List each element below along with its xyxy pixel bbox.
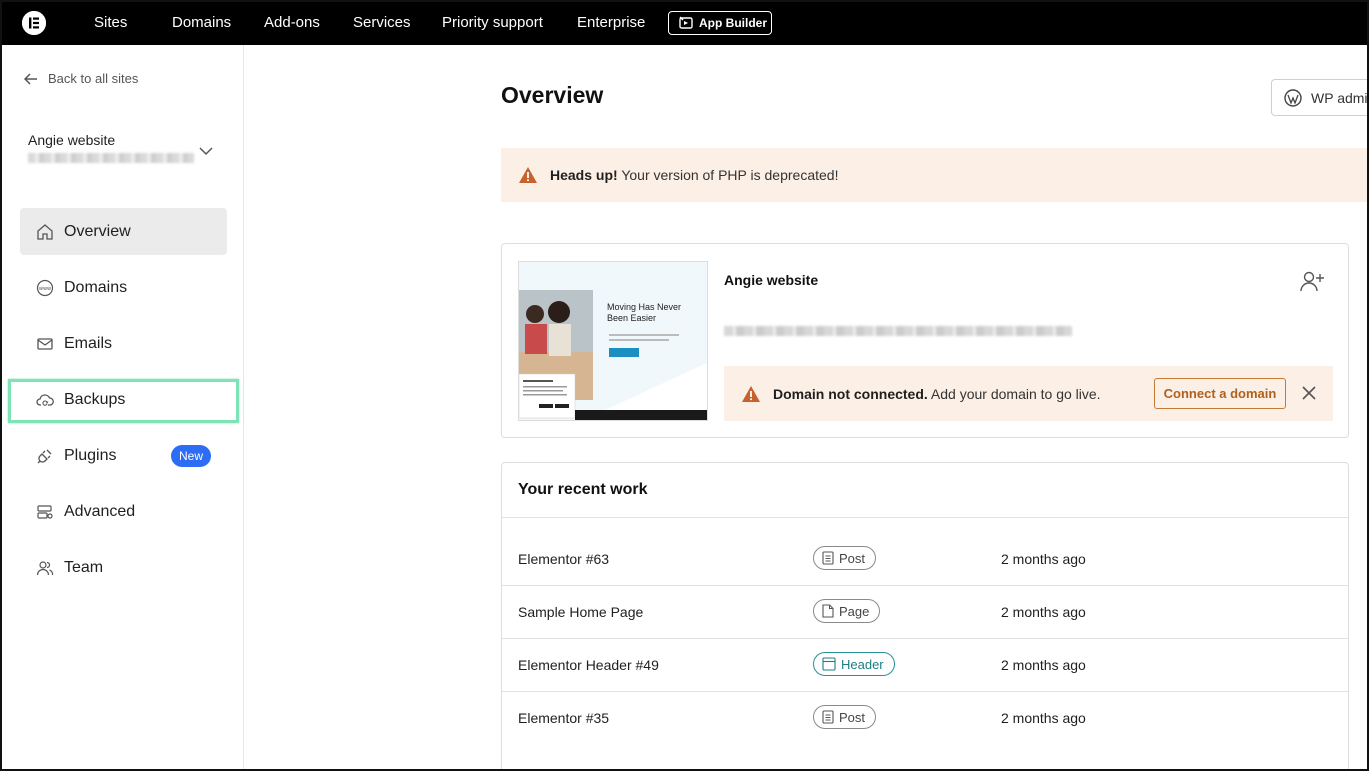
wp-admin-label: WP admi <box>1311 89 1368 106</box>
php-alert-bold: Heads up! <box>550 167 618 183</box>
site-url-blurred <box>28 153 194 163</box>
row-title[interactable]: Elementor Header #49 <box>518 657 659 673</box>
row-title[interactable]: Elementor #63 <box>518 551 609 567</box>
row-title[interactable]: Elementor #35 <box>518 710 609 726</box>
site-thumbnail-preview <box>519 262 707 420</box>
card-site-name: Angie website <box>724 272 819 288</box>
nav-sites[interactable]: Sites <box>94 14 127 31</box>
sidebar-item-label: Emails <box>64 334 113 352</box>
sidebar-item-label: Plugins <box>64 446 117 464</box>
row-title[interactable]: Sample Home Page <box>518 604 643 620</box>
sidebar-item-team[interactable]: Team <box>20 544 227 591</box>
recent-work-panel: Your recent work Elementor #63 Post 2 mo… <box>501 462 1349 769</box>
domain-alert-text: Add your domain to go live. <box>930 385 1101 402</box>
www-globe-icon: www <box>36 279 54 296</box>
sidebar-item-advanced[interactable]: Advanced <box>20 488 227 535</box>
domain-alert-bold: Domain not connected. <box>773 385 928 402</box>
tag-label: Page <box>839 603 870 619</box>
warning-icon <box>742 385 760 402</box>
site-card: Moving Has Never Been Easier Angie websi… <box>501 243 1349 438</box>
server-settings-icon <box>37 504 53 519</box>
header-layout-icon <box>822 657 836 671</box>
table-row[interactable]: Elementor #35 Post 2 months ago <box>502 692 1348 745</box>
nav-add-ons[interactable]: Add-ons <box>264 14 320 31</box>
back-label: Back to all sites <box>48 71 139 86</box>
php-deprecated-alert: Heads up! Your version of PHP is depreca… <box>501 148 1367 202</box>
nav-domains[interactable]: Domains <box>172 14 231 31</box>
sidebar-item-emails[interactable]: Emails <box>20 320 227 367</box>
post-type-tag: Post <box>813 705 877 729</box>
nav-priority-support[interactable]: Priority support <box>442 14 543 31</box>
table-row[interactable]: Elementor #63 Post 2 months ago <box>502 533 1348 586</box>
app-builder-label: App Builder <box>699 16 767 30</box>
app-builder-button[interactable]: App Builder <box>668 11 772 35</box>
new-badge: New <box>170 444 211 467</box>
sidebar-item-domains[interactable]: www Domains <box>20 264 227 311</box>
svg-text:www: www <box>39 286 51 292</box>
connect-domain-button[interactable]: Connect a domain <box>1154 378 1286 409</box>
recent-work-title: Your recent work <box>518 481 648 498</box>
page-type-tag: Page <box>813 599 881 623</box>
tag-label: Post <box>839 709 866 725</box>
divider <box>502 517 1348 518</box>
tag-label: Post <box>839 550 866 566</box>
sidebar: Back to all sites Angie website Overview… <box>2 45 244 769</box>
row-time: 2 months ago <box>1001 551 1086 567</box>
back-to-all-sites-link[interactable]: Back to all sites <box>24 71 138 86</box>
warning-icon <box>519 167 537 183</box>
sidebar-item-label: Domains <box>64 278 128 296</box>
header-type-tag: Header <box>813 652 895 676</box>
card-url-blurred <box>724 326 1072 336</box>
sidebar-item-label: Team <box>64 558 104 576</box>
add-user-icon[interactable] <box>1299 270 1325 292</box>
post-type-tag: Post <box>813 546 877 570</box>
post-doc-icon <box>822 710 834 724</box>
plug-icon <box>37 449 52 463</box>
nav-enterprise[interactable]: Enterprise <box>577 14 645 31</box>
sidebar-item-label: Advanced <box>64 502 136 520</box>
backups-highlight-frame <box>8 379 239 423</box>
row-time: 2 months ago <box>1001 710 1086 726</box>
sidebar-item-overview[interactable]: Overview <box>20 208 227 255</box>
wp-admin-button[interactable]: WP admi <box>1271 79 1368 116</box>
envelope-icon <box>37 337 53 350</box>
chevron-down-icon[interactable] <box>198 143 214 159</box>
post-doc-icon <box>822 551 834 565</box>
table-row[interactable]: Sample Home Page Page 2 months ago <box>502 586 1348 639</box>
row-time: 2 months ago <box>1001 604 1086 620</box>
elementor-logo-icon[interactable] <box>22 11 46 35</box>
users-icon <box>36 560 54 575</box>
site-thumbnail[interactable]: Moving Has Never Been Easier <box>518 261 708 421</box>
close-icon[interactable] <box>1300 384 1318 402</box>
nav-services[interactable]: Services <box>353 14 411 31</box>
page-title: Overview <box>501 82 604 108</box>
thumbnail-headline: Moving Has Never Been Easier <box>607 302 682 323</box>
arrow-left-icon <box>24 72 37 85</box>
site-selector-name[interactable]: Angie website <box>28 132 115 148</box>
tag-label: Header <box>841 656 884 672</box>
top-navigation: Sites Domains Add-ons Services Priority … <box>2 2 1367 45</box>
app-builder-icon <box>679 16 693 29</box>
sidebar-item-label: Overview <box>64 222 131 240</box>
page-doc-icon <box>822 604 834 618</box>
row-time: 2 months ago <box>1001 657 1086 673</box>
home-icon <box>37 223 53 240</box>
wordpress-icon <box>1284 88 1302 107</box>
table-row[interactable]: Elementor Header #49 Header 2 months ago <box>502 639 1348 692</box>
sidebar-item-plugins[interactable]: Plugins New <box>20 432 227 479</box>
php-alert-text: Your version of PHP is deprecated! <box>621 167 839 183</box>
app-frame: Sites Domains Add-ons Services Priority … <box>0 0 1369 771</box>
